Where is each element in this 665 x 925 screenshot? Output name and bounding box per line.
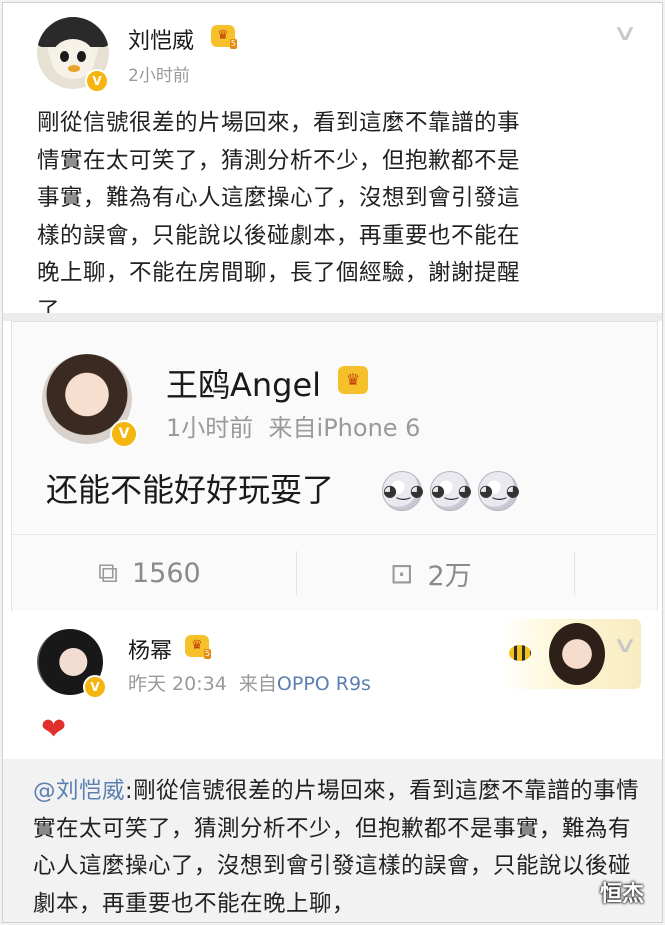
avatar-beak: [68, 65, 80, 72]
weibo-post-liu-kaiwei: V 刘恺威 ♛ 5 2小时前 ∨ 剛從信號很差的片場回來，看到這麼不靠譜的事 情實…: [3, 3, 662, 313]
post-text: 还能不能好好玩耍了: [46, 471, 335, 509]
repost-button[interactable]: ⧉ 1560: [98, 535, 201, 611]
post-time: 昨天 20:34: [128, 673, 227, 695]
crying-face-emoji: ◕‿◕: [382, 471, 424, 511]
post-source[interactable]: OPPO R9s: [277, 673, 371, 695]
weibo-post-wang-ou: V 王鸥Angel ♛ 1小时前 来自iPhone 6 还能不能好好玩耍了 ◕‿…: [11, 321, 658, 613]
post-time: 2小时前: [128, 66, 190, 86]
mention-link[interactable]: @刘恺威: [33, 778, 125, 804]
bee-decoration: [509, 645, 531, 661]
author-name[interactable]: 杨幂: [128, 633, 172, 665]
chevron-down-icon[interactable]: ∨: [612, 23, 638, 45]
screenshot-frame: V 刘恺威 ♛ 5 2小时前 ∨ 剛從信號很差的片場回來，看到這麼不靠譜的事 情實…: [2, 2, 663, 923]
heart-emoji: ❤: [41, 712, 67, 747]
vip-crown-icon[interactable]: ♛: [338, 366, 368, 394]
quoted-text: @刘恺威:剛從信號很差的片場回來，看到這麼不靠譜的事情實在太可笑了，猜測分析不少…: [33, 773, 643, 922]
post-time-source: 1小时前 来自iPhone 6: [166, 408, 420, 443]
post-time-source: 昨天 20:34 来自OPPO R9s: [128, 669, 371, 696]
quoted-original-post[interactable]: @刘恺威:剛從信號很差的片場回來，看到這麼不靠譜的事情實在太可笑了，猜測分析不少…: [3, 759, 662, 922]
action-bar: ⧉ 1560 ⊡ 2万: [12, 534, 657, 611]
vip-crown-icon[interactable]: ♛ 5: [185, 635, 211, 659]
vip-crown-icon[interactable]: ♛ 5: [211, 25, 237, 49]
crying-face-emoji: ◕‿◕: [478, 471, 520, 511]
action-separator: [574, 551, 575, 595]
watermark: 恒杰: [599, 882, 644, 907]
avatar-eye: [77, 51, 86, 62]
author-name[interactable]: 刘恺威: [128, 23, 194, 55]
action-separator: [296, 551, 297, 595]
crying-face-emoji: ◕‿◕: [430, 471, 472, 511]
comment-button[interactable]: ⊡ 2万: [390, 535, 472, 611]
verified-badge-icon: V: [85, 69, 109, 93]
post-source[interactable]: 来自iPhone 6: [269, 414, 421, 442]
chevron-down-icon[interactable]: ∨: [612, 635, 638, 657]
weibo-post-yang-mi: V 杨幂 ♛ 5 昨天 20:34 来自OPPO R9s ∨ ❤ @刘恺威:剛從信…: [3, 611, 662, 922]
author-name[interactable]: 王鸥Angel: [166, 360, 321, 406]
post-text: 剛從信號很差的片場回來，看到這麼不靠譜的事 情實在太可笑了，猜測分析不少，但抱歉…: [37, 110, 521, 313]
verified-badge-icon: V: [110, 420, 138, 448]
comment-count: 2万: [427, 560, 472, 592]
share-icon: ⧉: [98, 556, 118, 589]
comment-icon: ⊡: [390, 556, 414, 590]
divider: [3, 313, 662, 321]
post-time: 1小时前: [166, 414, 254, 442]
banner-portrait: [549, 623, 605, 685]
avatar-eye: [60, 51, 69, 62]
post-source-prefix: 来自: [238, 673, 277, 695]
repost-count: 1560: [132, 557, 201, 589]
verified-badge-icon: V: [83, 675, 107, 699]
